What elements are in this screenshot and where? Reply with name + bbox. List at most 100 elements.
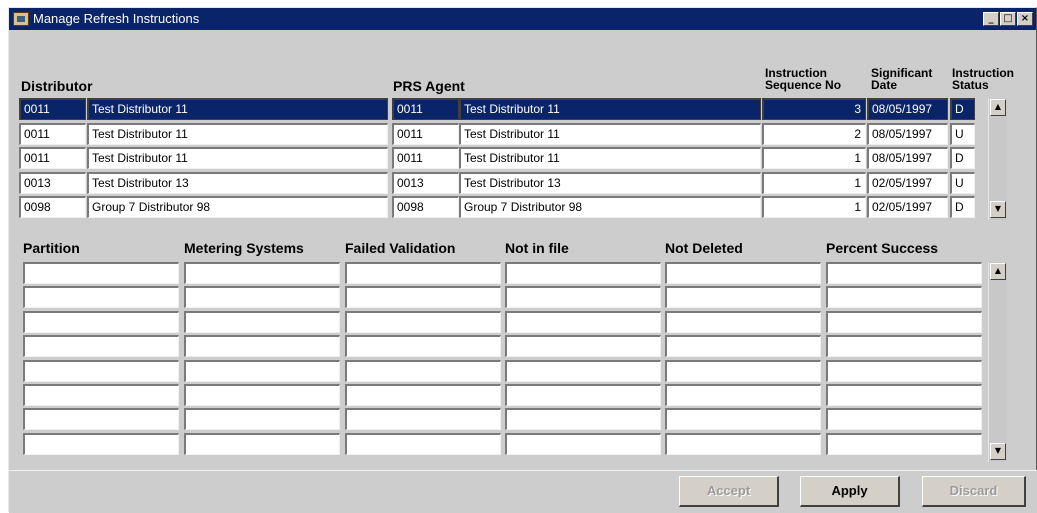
result-cell-metering-systems[interactable] <box>184 408 340 431</box>
result-cell-not-in-file[interactable] <box>505 384 661 406</box>
result-cell-failed-validation[interactable] <box>345 408 501 431</box>
instruction-cell-status[interactable]: D <box>950 196 975 218</box>
manage-refresh-window: Manage Refresh Instructions _ □ × Distri… <box>8 7 1037 513</box>
result-cell-not-in-file[interactable] <box>505 335 661 358</box>
instruction-cell-dist-id[interactable]: 0011 <box>19 122 86 145</box>
instruction-cell-seq[interactable]: 1 <box>762 196 866 218</box>
result-cell-not-in-file[interactable] <box>505 262 661 284</box>
instruction-cell-status[interactable]: D <box>950 147 975 169</box>
instruction-cell-agent-name[interactable]: Test Distributor 11 <box>459 98 761 120</box>
instruction-cell-dist-id[interactable]: 0011 <box>19 147 86 169</box>
instruction-cell-dist-name[interactable]: Test Distributor 11 <box>87 122 388 145</box>
result-cell-percent-success[interactable] <box>826 408 982 431</box>
result-cell-not-in-file[interactable] <box>505 408 661 431</box>
result-cell-not-deleted[interactable] <box>665 359 821 382</box>
instruction-cell-status[interactable]: U <box>950 171 975 194</box>
result-cell-metering-systems[interactable] <box>184 335 340 358</box>
instruction-cell-dist-name[interactable]: Test Distributor 11 <box>87 98 388 120</box>
result-cell-percent-success[interactable] <box>826 432 982 455</box>
scroll-down-icon[interactable]: ▼ <box>990 443 1006 460</box>
result-cell-partition[interactable] <box>23 408 179 431</box>
result-cell-not-in-file[interactable] <box>505 359 661 382</box>
instruction-cell-status[interactable]: D <box>950 98 975 120</box>
instruction-cell-dist-id[interactable]: 0011 <box>19 98 86 120</box>
instruction-cell-agent-id[interactable]: 0011 <box>392 122 459 145</box>
result-cell-metering-systems[interactable] <box>184 262 340 284</box>
result-cell-partition[interactable] <box>23 286 179 309</box>
result-cell-partition[interactable] <box>23 432 179 455</box>
instruction-cell-date[interactable]: 02/05/1997 <box>867 196 948 218</box>
result-cell-metering-systems[interactable] <box>184 384 340 406</box>
result-cell-failed-validation[interactable] <box>345 335 501 358</box>
instruction-cell-agent-name[interactable]: Test Distributor 13 <box>459 171 761 194</box>
result-cell-not-deleted[interactable] <box>665 286 821 309</box>
result-cell-partition[interactable] <box>23 310 179 333</box>
instruction-cell-seq[interactable]: 1 <box>762 147 866 169</box>
result-cell-failed-validation[interactable] <box>345 384 501 406</box>
scroll-down-icon[interactable]: ▼ <box>990 201 1006 218</box>
not-in-file-header: Not in file <box>505 240 569 256</box>
result-cell-percent-success[interactable] <box>826 262 982 284</box>
result-cell-metering-systems[interactable] <box>184 286 340 309</box>
instruction-cell-agent-id[interactable]: 0011 <box>392 147 459 169</box>
instruction-cell-dist-name[interactable]: Test Distributor 13 <box>87 171 388 194</box>
instruction-cell-agent-name[interactable]: Test Distributor 11 <box>459 147 761 169</box>
minimize-button[interactable]: _ <box>983 12 999 26</box>
result-cell-percent-success[interactable] <box>826 310 982 333</box>
result-cell-not-in-file[interactable] <box>505 310 661 333</box>
instruction-cell-date[interactable]: 08/05/1997 <box>867 122 948 145</box>
result-cell-partition[interactable] <box>23 359 179 382</box>
result-cell-not-deleted[interactable] <box>665 384 821 406</box>
instruction-cell-agent-id[interactable]: 0011 <box>392 98 459 120</box>
result-cell-partition[interactable] <box>23 384 179 406</box>
instruction-cell-date[interactable]: 08/05/1997 <box>867 147 948 169</box>
app-icon <box>13 12 29 26</box>
result-cell-failed-validation[interactable] <box>345 262 501 284</box>
result-cell-partition[interactable] <box>23 335 179 358</box>
result-cell-metering-systems[interactable] <box>184 310 340 333</box>
scroll-up-icon[interactable]: ▲ <box>990 99 1006 116</box>
result-cell-failed-validation[interactable] <box>345 432 501 455</box>
instruction-cell-dist-name[interactable]: Test Distributor 11 <box>87 147 388 169</box>
result-cell-percent-success[interactable] <box>826 384 982 406</box>
button-bar: Accept Apply Discard <box>9 470 1037 513</box>
result-cell-failed-validation[interactable] <box>345 286 501 309</box>
title-bar[interactable]: Manage Refresh Instructions _ □ × <box>9 8 1036 30</box>
result-cell-not-deleted[interactable] <box>665 432 821 455</box>
instruction-cell-agent-name[interactable]: Test Distributor 11 <box>459 122 761 145</box>
instruction-cell-dist-name[interactable]: Group 7 Distributor 98 <box>87 196 388 218</box>
result-cell-not-deleted[interactable] <box>665 408 821 431</box>
result-cell-failed-validation[interactable] <box>345 359 501 382</box>
discard-button[interactable]: Discard <box>922 476 1026 507</box>
result-cell-percent-success[interactable] <box>826 335 982 358</box>
instructions-scrollbar[interactable]: ▲ ▼ <box>988 98 1007 220</box>
instruction-cell-seq[interactable]: 1 <box>762 171 866 194</box>
result-cell-partition[interactable] <box>23 262 179 284</box>
result-cell-not-deleted[interactable] <box>665 335 821 358</box>
maximize-button[interactable]: □ <box>1000 12 1016 26</box>
instruction-cell-agent-name[interactable]: Group 7 Distributor 98 <box>459 196 761 218</box>
result-cell-not-in-file[interactable] <box>505 432 661 455</box>
instruction-cell-date[interactable]: 08/05/1997 <box>867 98 948 120</box>
accept-button[interactable]: Accept <box>679 476 779 507</box>
result-cell-percent-success[interactable] <box>826 359 982 382</box>
apply-button[interactable]: Apply <box>800 476 900 507</box>
result-cell-metering-systems[interactable] <box>184 432 340 455</box>
instruction-cell-status[interactable]: U <box>950 122 975 145</box>
instruction-cell-date[interactable]: 02/05/1997 <box>867 171 948 194</box>
result-cell-not-deleted[interactable] <box>665 262 821 284</box>
result-cell-metering-systems[interactable] <box>184 359 340 382</box>
instruction-cell-agent-id[interactable]: 0098 <box>392 196 459 218</box>
instruction-cell-agent-id[interactable]: 0013 <box>392 171 459 194</box>
instruction-cell-seq[interactable]: 3 <box>762 98 866 120</box>
results-scrollbar[interactable]: ▲ ▼ <box>988 262 1007 462</box>
instruction-cell-dist-id[interactable]: 0013 <box>19 171 86 194</box>
close-button[interactable]: × <box>1017 12 1033 26</box>
scroll-up-icon[interactable]: ▲ <box>990 263 1006 280</box>
result-cell-not-in-file[interactable] <box>505 286 661 309</box>
result-cell-percent-success[interactable] <box>826 286 982 309</box>
instruction-cell-dist-id[interactable]: 0098 <box>19 196 86 218</box>
instruction-cell-seq[interactable]: 2 <box>762 122 866 145</box>
result-cell-not-deleted[interactable] <box>665 310 821 333</box>
result-cell-failed-validation[interactable] <box>345 310 501 333</box>
